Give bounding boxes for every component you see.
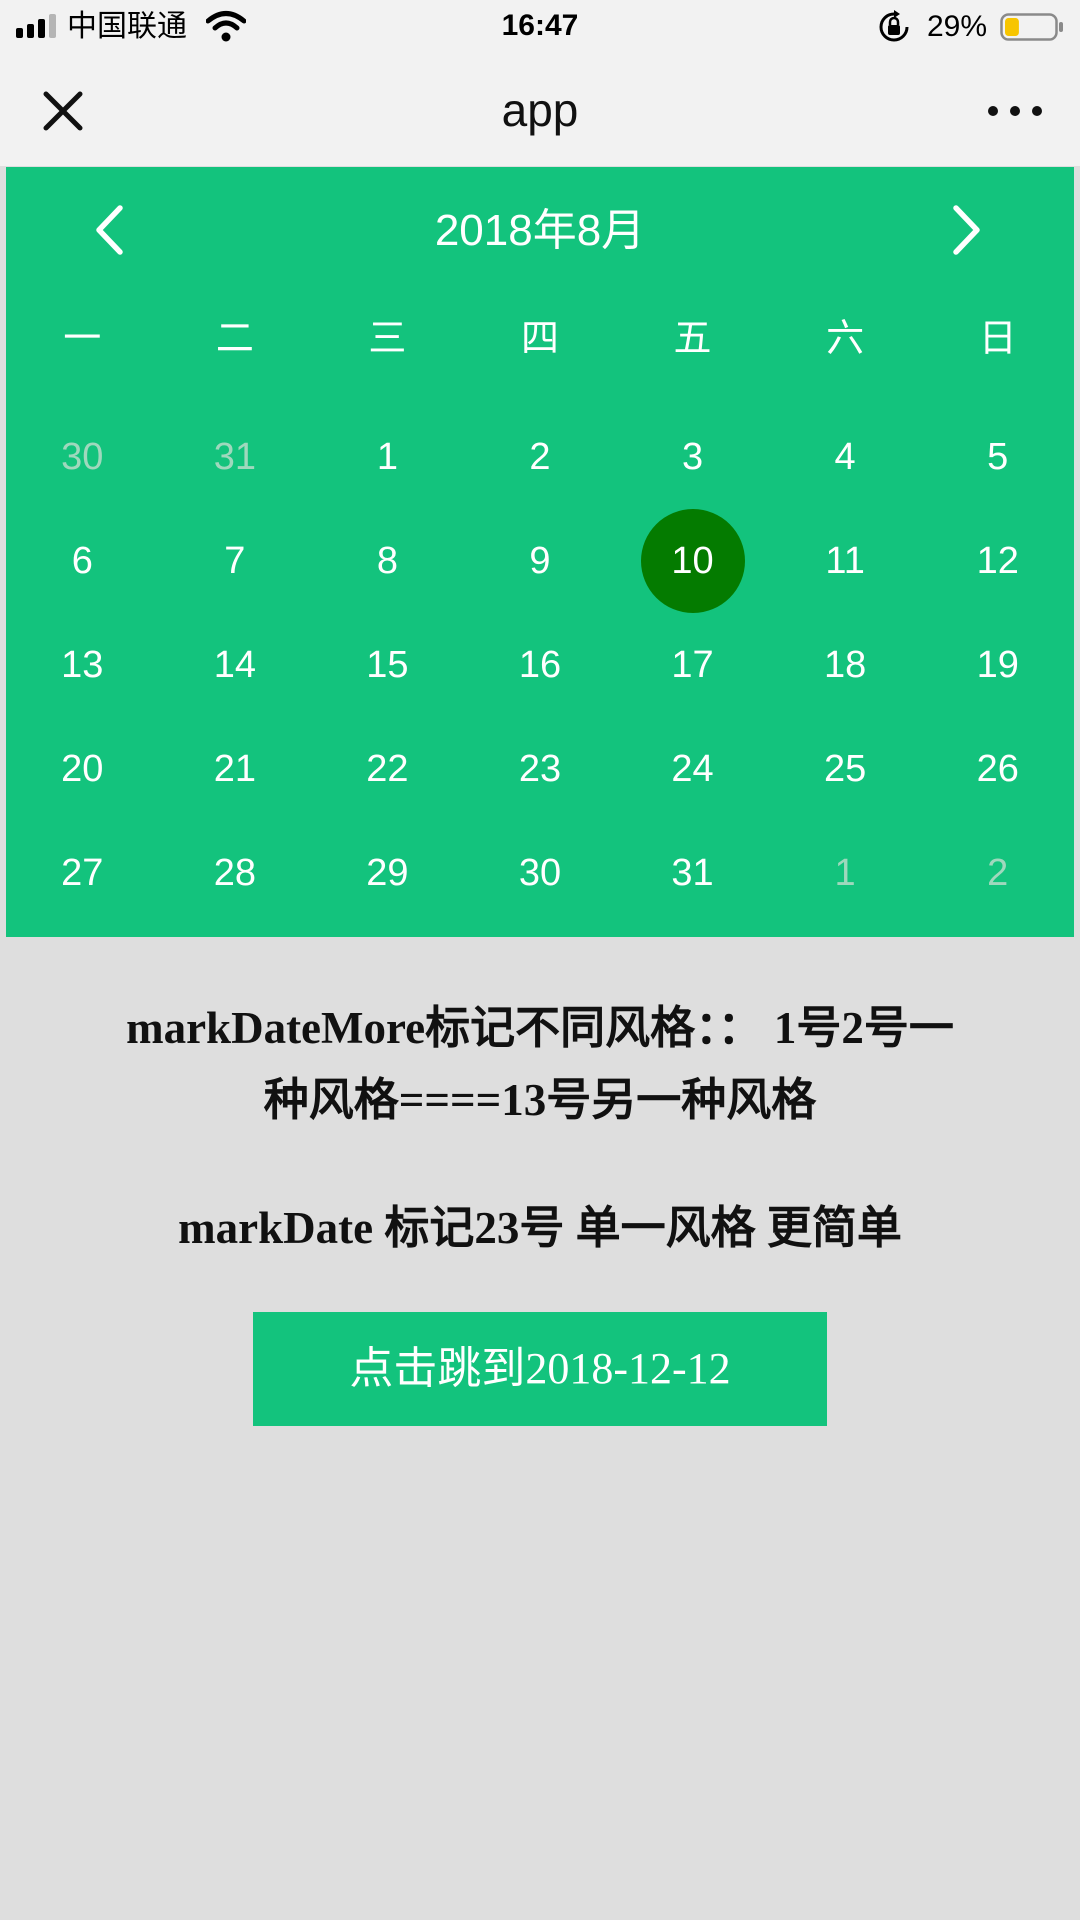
- day-number: 30: [518, 852, 562, 894]
- calendar-day[interactable]: 15: [311, 613, 464, 717]
- day-number: 21: [213, 748, 256, 790]
- calendar-day[interactable]: 6: [6, 509, 159, 613]
- calendar-day[interactable]: 1: [769, 821, 922, 925]
- weekday-label: 五: [673, 318, 712, 360]
- calendar-day-selected[interactable]: 10: [616, 509, 769, 613]
- calendar-day[interactable]: 21: [159, 717, 312, 821]
- calendar-day[interactable]: 23: [464, 717, 617, 821]
- calendar-day[interactable]: 29: [311, 821, 464, 925]
- day-number: 22: [366, 748, 409, 790]
- calendar-day[interactable]: 16: [464, 613, 617, 717]
- weekday-label: 六: [826, 318, 865, 360]
- calendar-day[interactable]: 22: [311, 717, 464, 821]
- day-number: 2: [987, 852, 1009, 894]
- calendar-day[interactable]: 2: [921, 821, 1074, 925]
- weekday-label: 二: [215, 318, 254, 360]
- calendar: 2018年8月 一二三四五六日 30 31 1 2 3 4 5 6 7 8 9 10 11 12 13 14 1…: [6, 167, 1074, 937]
- calendar-day[interactable]: 30: [6, 405, 159, 509]
- calendar-day[interactable]: 13: [6, 613, 159, 717]
- chevron-right-icon[interactable]: [930, 195, 1000, 265]
- calendar-header: 2018年8月: [6, 167, 1074, 291]
- weekday-header: 一二三四五六日: [6, 301, 1074, 377]
- calendar-day[interactable]: 28: [159, 821, 312, 925]
- day-number: 5: [987, 436, 1009, 478]
- calendar-day[interactable]: 4: [769, 405, 922, 509]
- calendar-day[interactable]: 20: [6, 717, 159, 821]
- calendar-day[interactable]: 11: [769, 509, 922, 613]
- days-grid: 30 31 1 2 3 4 5 6 7 8 9 10 11 12 13 14 15 16 17 18 19 20 21 22 2…: [6, 405, 1074, 925]
- calendar-day[interactable]: 9: [464, 509, 617, 613]
- status-time: 16:47: [501, 9, 579, 42]
- calendar-day[interactable]: 31: [616, 821, 769, 925]
- calendar-day[interactable]: 30: [464, 821, 617, 925]
- day-number: 29: [366, 852, 409, 894]
- nav-bar: app: [0, 56, 1080, 166]
- day-number: 12: [976, 540, 1019, 582]
- day-number: 15: [366, 644, 409, 686]
- description-line: markDateMore标记不同风格：： 1号2号一: [126, 1003, 954, 1053]
- day-number: 20: [61, 748, 104, 790]
- mark-date-description: markDate 标记23号 单一风格 更简单: [178, 1203, 902, 1253]
- day-number: 24: [671, 748, 714, 790]
- calendar-day[interactable]: 12: [921, 509, 1074, 613]
- calendar-day[interactable]: 8: [311, 509, 464, 613]
- day-number: 27: [61, 852, 104, 894]
- month-title: 2018年8月: [434, 206, 646, 255]
- day-number: 8: [376, 540, 398, 582]
- day-number: 4: [834, 436, 856, 478]
- day-number: 10: [640, 509, 745, 613]
- calendar-day[interactable]: 3: [616, 405, 769, 509]
- more-dots-icon[interactable]: [980, 84, 1050, 138]
- day-number: 7: [224, 540, 246, 582]
- day-number: 11: [825, 540, 865, 582]
- weekday-label: 一: [63, 318, 102, 360]
- day-number: 17: [671, 644, 714, 686]
- day-number: 18: [823, 644, 867, 686]
- day-number: 31: [671, 852, 714, 894]
- calendar-day[interactable]: 17: [616, 613, 769, 717]
- day-number: 28: [213, 852, 256, 894]
- description-line: 种风格====13号另一种风格: [263, 1075, 817, 1125]
- weekday-label: 日: [978, 318, 1017, 360]
- calendar-day[interactable]: 14: [159, 613, 312, 717]
- orientation-lock-icon: [879, 10, 909, 42]
- day-number: 19: [976, 644, 1019, 686]
- day-number: 3: [681, 436, 704, 478]
- calendar-day[interactable]: 18: [769, 613, 922, 717]
- day-number: 16: [518, 644, 562, 686]
- battery-icon: [1000, 13, 1063, 41]
- jump-to-date-button[interactable]: 点击跳到2018-12-12: [253, 1312, 827, 1426]
- page-title: app: [501, 84, 579, 136]
- day-number: 6: [71, 540, 93, 582]
- day-number: 13: [61, 644, 104, 686]
- day-number: 1: [834, 852, 856, 894]
- weekday-label: 三: [368, 318, 407, 360]
- calendar-day[interactable]: 5: [921, 405, 1074, 509]
- day-number: 14: [213, 644, 256, 686]
- day-number: 2: [529, 436, 551, 478]
- calendar-day[interactable]: 26: [921, 717, 1074, 821]
- mark-date-more-description: markDateMore标记不同风格：： 1号2号一 种风格====13号另一种…: [40, 992, 1040, 1136]
- calendar-day[interactable]: 31: [159, 405, 312, 509]
- calendar-day[interactable]: 1: [311, 405, 464, 509]
- calendar-day[interactable]: 2: [464, 405, 617, 509]
- day-number: 1: [376, 436, 398, 478]
- day-number: 31: [213, 436, 256, 478]
- calendar-day[interactable]: 7: [159, 509, 312, 613]
- day-number: 23: [518, 748, 562, 790]
- calendar-day[interactable]: 27: [6, 821, 159, 925]
- day-number: 30: [61, 436, 104, 478]
- day-number: 9: [529, 540, 551, 582]
- battery-percentage: 29%: [927, 10, 988, 43]
- weekday-label: 四: [520, 318, 559, 360]
- calendar-day[interactable]: 24: [616, 717, 769, 821]
- status-bar: 中国联通 16:47 29%: [0, 0, 1080, 56]
- day-number: 25: [823, 748, 867, 790]
- day-number: 26: [976, 748, 1019, 790]
- calendar-day[interactable]: 19: [921, 613, 1074, 717]
- calendar-day[interactable]: 25: [769, 717, 922, 821]
